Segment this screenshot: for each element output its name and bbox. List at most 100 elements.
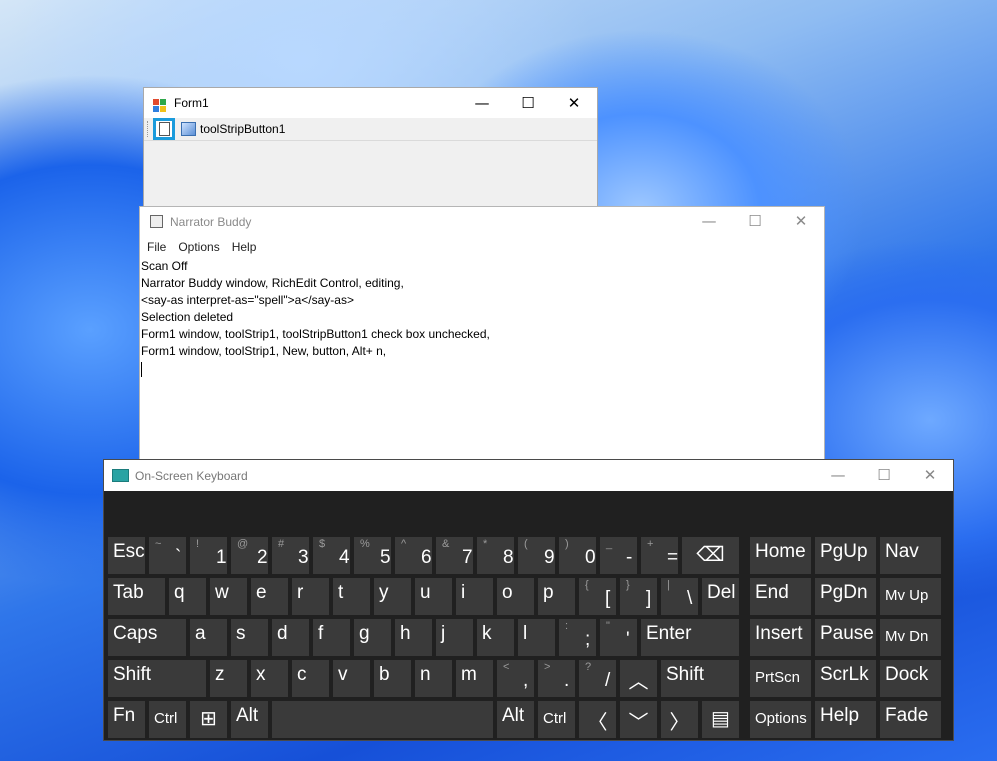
key-enter[interactable]: Enter [641,619,739,656]
key-digit[interactable]: * 8 [477,537,514,574]
key-punct[interactable]: :; [559,619,596,656]
key-caps[interactable]: Caps [108,619,186,656]
new-button[interactable] [153,118,175,140]
key-letter[interactable]: r [292,578,329,615]
key-letter[interactable]: t [333,578,370,615]
key-digit[interactable]: & 7 [436,537,473,574]
key-windows[interactable]: ⊞ [190,701,227,738]
maximize-button[interactable]: ☐ [861,460,907,491]
key-scrlk[interactable]: ScrLk [815,660,876,697]
key-digit[interactable]: (9 [518,537,555,574]
key-letter[interactable]: m [456,660,493,697]
key-digit[interactable]: ) 0 [559,537,596,574]
key-nav[interactable]: Nav [880,537,941,574]
minimize-button[interactable]: — [815,460,861,491]
key-up[interactable]: ︿ [620,660,657,697]
key-options[interactable]: Options [750,701,811,738]
key-left[interactable]: 〈 [579,701,616,738]
key-home[interactable]: Home [750,537,811,574]
key-prtscn[interactable]: PrtScn [750,660,811,697]
key-pgdn[interactable]: PgDn [815,578,876,615]
key-mvdn[interactable]: Mv Dn [880,619,941,656]
key-del[interactable]: Del [702,578,739,615]
key-menu[interactable]: ▤ [702,701,739,738]
menu-options[interactable]: Options [178,240,219,254]
key-dock[interactable]: Dock [880,660,941,697]
key-shift-left[interactable]: Shift [108,660,206,697]
key-letter[interactable]: w [210,578,247,615]
key-punct[interactable]: >. [538,660,575,697]
key-digit[interactable]: + = [641,537,678,574]
key-shift-right[interactable]: Shift [661,660,739,697]
key-letter[interactable]: j [436,619,473,656]
key-letter[interactable]: q [169,578,206,615]
key-punct[interactable]: }] [620,578,657,615]
close-button[interactable]: ✕ [778,207,824,236]
key-punct[interactable]: <, [497,660,534,697]
osk-titlebar[interactable]: On-Screen Keyboard — ☐ ✕ [104,460,953,491]
key-fn[interactable]: Fn [108,701,145,738]
key-digit[interactable]: ^ 6 [395,537,432,574]
key-letter[interactable]: d [272,619,309,656]
key-down[interactable]: ﹀ [620,701,657,738]
key-letter[interactable]: k [477,619,514,656]
toolstrip-grip[interactable] [147,121,151,137]
key-punct[interactable]: | \ [661,578,698,615]
key-letter[interactable]: o [497,578,534,615]
minimize-button[interactable]: — [686,207,732,236]
key-pause[interactable]: Pause [815,619,876,656]
maximize-button[interactable]: ☐ [505,88,551,118]
key-punct[interactable]: " ' [600,619,637,656]
key-digit[interactable]: $4 [313,537,350,574]
key-letter[interactable]: l [518,619,555,656]
key-letter[interactable]: p [538,578,575,615]
key-letter[interactable]: e [251,578,288,615]
maximize-button[interactable]: ☐ [732,207,778,236]
key-ctrl-right[interactable]: Ctrl [538,701,575,738]
close-button[interactable]: ✕ [907,460,953,491]
key-backspace[interactable]: ⌫ [682,537,739,574]
key-pgup[interactable]: PgUp [815,537,876,574]
key-letter[interactable]: g [354,619,391,656]
toolstripbutton1[interactable]: toolStripButton1 [181,122,285,136]
key-letter[interactable]: h [395,619,432,656]
key-space[interactable] [272,701,493,738]
key-punct[interactable]: {[ [579,578,616,615]
key-letter[interactable]: u [415,578,452,615]
key-letter[interactable]: x [251,660,288,697]
key-letter[interactable]: s [231,619,268,656]
menu-help[interactable]: Help [232,240,257,254]
key-letter[interactable]: z [210,660,247,697]
richedit-control[interactable]: Scan Off Narrator Buddy window, RichEdit… [140,258,824,467]
key-letter[interactable]: c [292,660,329,697]
form1-titlebar[interactable]: Form1 — ☐ ✕ [144,88,597,118]
key-tab[interactable]: Tab [108,578,165,615]
close-button[interactable]: ✕ [551,88,597,118]
key-letter[interactable]: n [415,660,452,697]
key-digit[interactable]: % 5 [354,537,391,574]
key-alt-left[interactable]: Alt [231,701,268,738]
key-esc[interactable]: Esc [108,537,145,574]
key-fade[interactable]: Fade [880,701,941,738]
key-letter[interactable]: y [374,578,411,615]
key-digit[interactable]: _ - [600,537,637,574]
key-alt-right[interactable]: Alt [497,701,534,738]
menu-file[interactable]: File [147,240,166,254]
key-help[interactable]: Help [815,701,876,738]
key-letter[interactable]: a [190,619,227,656]
key-letter[interactable]: i [456,578,493,615]
key-mvup[interactable]: Mv Up [880,578,941,615]
key-letter[interactable]: v [333,660,370,697]
key-right[interactable]: 〉 [661,701,698,738]
key-digit[interactable]: ~ ` [149,537,186,574]
key-end[interactable]: End [750,578,811,615]
key-digit[interactable]: ! 1 [190,537,227,574]
narrator-titlebar[interactable]: Narrator Buddy — ☐ ✕ [140,207,824,236]
key-letter[interactable]: b [374,660,411,697]
minimize-button[interactable]: — [459,88,505,118]
key-insert[interactable]: Insert [750,619,811,656]
key-punct[interactable]: ? / [579,660,616,697]
key-ctrl-left[interactable]: Ctrl [149,701,186,738]
key-letter[interactable]: f [313,619,350,656]
key-digit[interactable]: #3 [272,537,309,574]
